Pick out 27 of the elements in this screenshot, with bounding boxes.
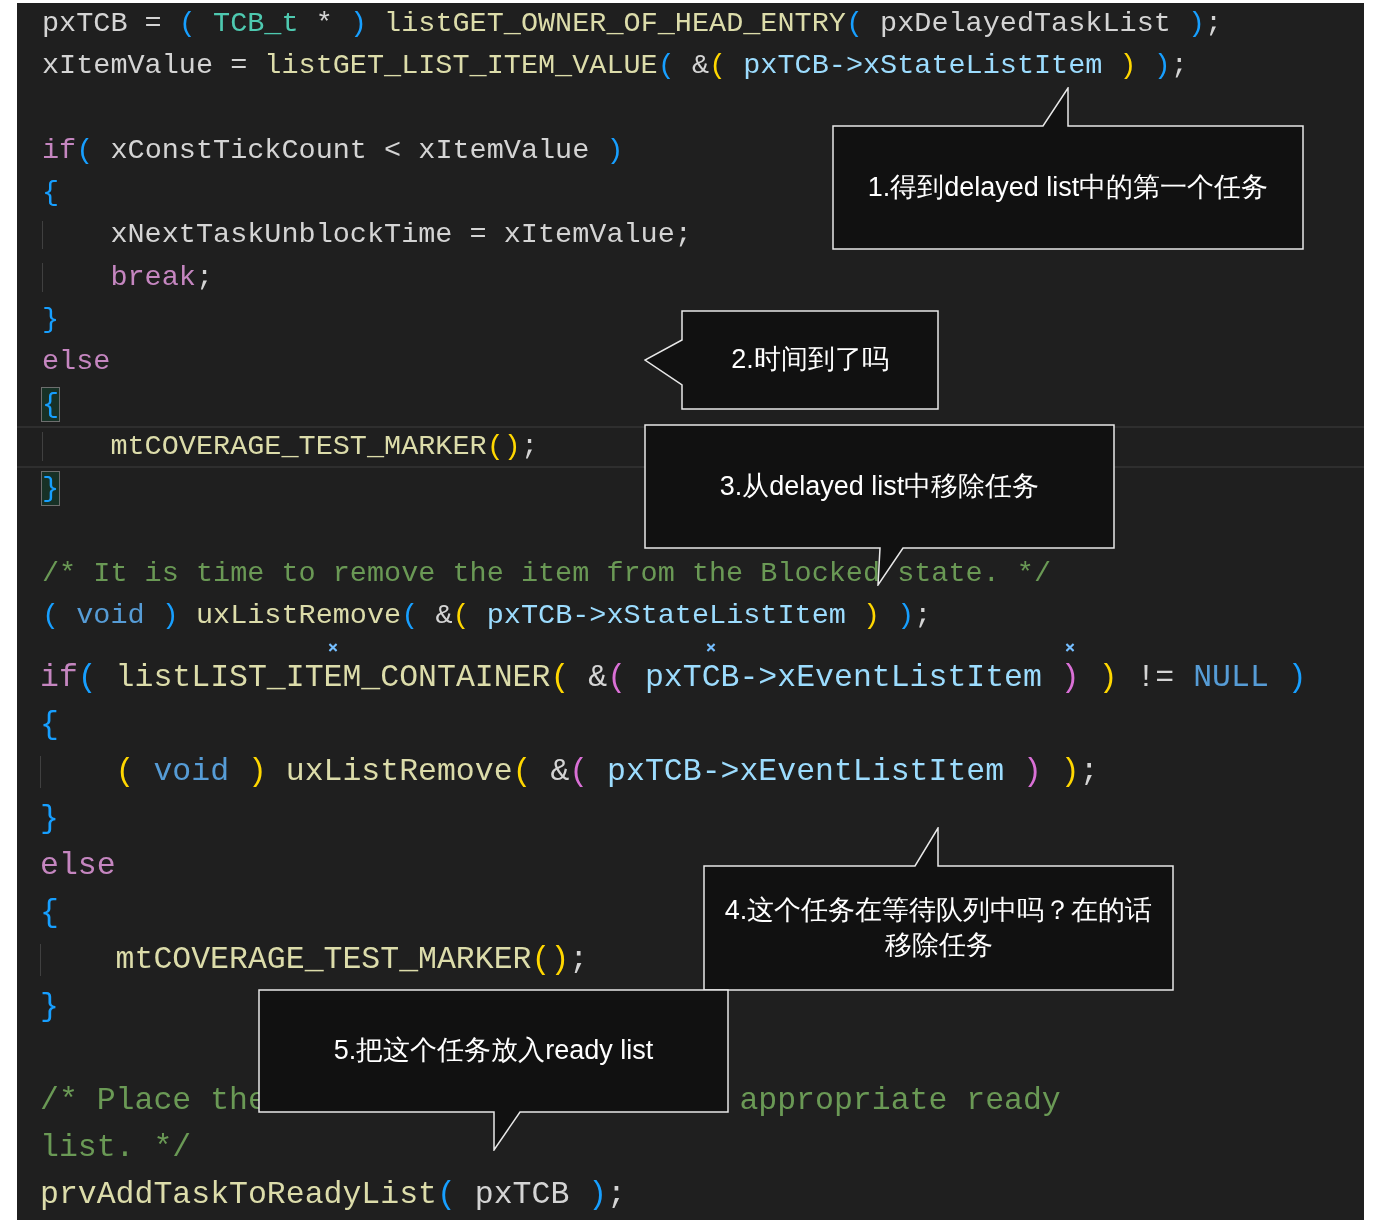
code-line: appropriate ready xyxy=(739,1083,1061,1119)
code-line: /* It is time to remove the item from the Blocked state. */ xyxy=(42,556,1052,590)
callout-text: 4.这个任务在等待队列中吗？在的话移除任务 xyxy=(723,893,1154,962)
code-line: mtCOVERAGE_TEST_MARKER(); xyxy=(110,429,538,463)
code-line: xNextTaskUnblockTime = xItemValue; xyxy=(110,218,692,252)
code-line: } xyxy=(40,989,59,1025)
code-line: ( void ) uxListRemove( &( pxTCB->xEventListItem ) ); xyxy=(115,754,1099,790)
code-line: list. */ xyxy=(40,1130,192,1166)
code-line: else xyxy=(40,848,116,884)
callout-text: 2.时间到了吗 xyxy=(731,343,889,377)
callout-text: 5.把这个任务放入ready list xyxy=(333,1034,654,1068)
callout-text: 3.从delayed list中移除任务 xyxy=(719,469,1040,503)
code-line: { xyxy=(40,895,59,931)
code-line: xItemValue = listGET_LIST_ITEM_VALUE( &( pxTCB->xStateListItem ) ); xyxy=(42,49,1188,83)
code-line: } xyxy=(40,801,59,837)
code-line: mtCOVERAGE_TEST_MARKER(); xyxy=(115,942,589,978)
code-line: ( void ) uxListRemove( &( pxTCB->xStateListItem ) ); xyxy=(42,599,932,633)
code-line: } xyxy=(42,303,60,337)
code-line: if( xConstTickCount < xItemValue ) xyxy=(42,133,624,167)
code-line: { xyxy=(40,707,59,743)
code-line: pxTCB = ( TCB_t * ) listGET_OWNER_OF_HEAD_ENTRY( pxDelayedTaskList ); xyxy=(42,7,1223,40)
callout-text: 1.得到delayed list中的第一个任务 xyxy=(867,170,1269,204)
code-line: { xyxy=(42,176,60,210)
code-line: prvAddTaskToReadyList( pxTCB ); xyxy=(40,1177,626,1213)
code-line: else xyxy=(42,345,111,379)
code-line: if( listLIST_ITEM_CONTAINER( &( pxTCB->xEventListItem ) ) != NULL ) xyxy=(40,660,1307,696)
code-line: break; xyxy=(110,260,214,294)
